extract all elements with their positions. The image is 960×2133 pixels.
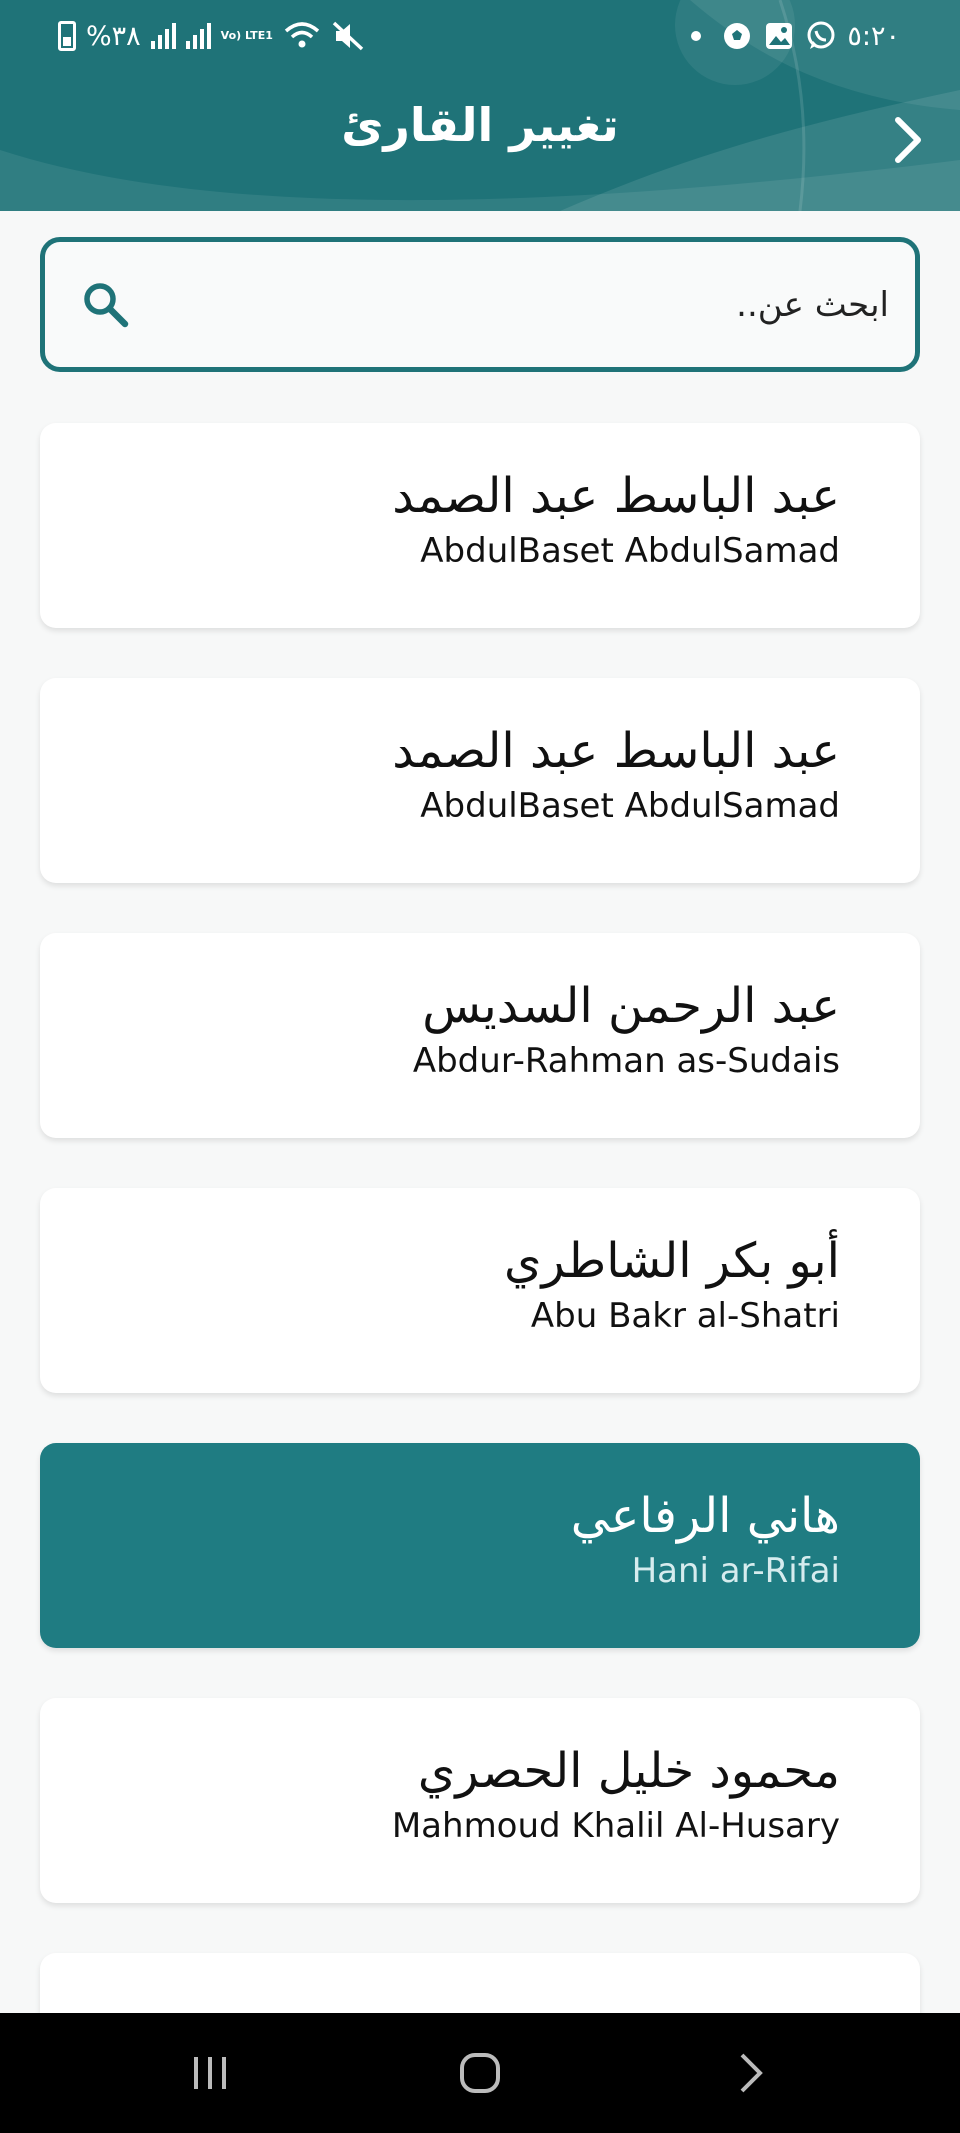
system-nav-bar (0, 2013, 960, 2133)
wifi-icon (284, 22, 320, 48)
reciter-name-arabic: عبد الرحمن السديس (422, 978, 840, 1034)
home-button[interactable] (450, 2043, 510, 2103)
lte-icon: Vo) LTE1 (220, 29, 273, 42)
recents-icon (194, 2057, 226, 2089)
home-icon (460, 2053, 500, 2093)
reciter-name-arabic: أبو بكر الشاطري (503, 1233, 840, 1289)
reciter-name-arabic: هاني الرفاعي (570, 1488, 840, 1544)
status-right: ٥:٢٠ (691, 16, 900, 56)
signal-icon (150, 23, 176, 49)
battery-icon (58, 21, 76, 51)
whatsapp-icon (805, 20, 837, 52)
back-button[interactable] (878, 110, 938, 170)
reciter-item-rifai-selected[interactable]: هاني الرفاعي Hani ar-Rifai (40, 1443, 920, 1648)
reciter-name-english: AbdulBaset AbdulSamad (420, 531, 840, 571)
recents-button[interactable] (180, 2043, 240, 2103)
signal-icon-2 (185, 23, 211, 49)
status-left: %٣٨ Vo) LTE1 (58, 16, 365, 56)
page-title: تغيير القارئ (341, 98, 619, 152)
search-icon[interactable] (81, 280, 131, 330)
football-icon (721, 20, 753, 52)
reciter-item-sudais[interactable]: عبد الرحمن السديس Abdur-Rahman as-Sudais (40, 933, 920, 1138)
reciter-name-arabic: عبد الباسط عبد الصمد (392, 723, 840, 779)
reciter-name-arabic: محمود خليل الحصري (417, 1743, 840, 1799)
battery-percent: %٣٨ (86, 20, 141, 52)
reciter-name-english: Mahmoud Khalil Al-Husary (391, 1806, 840, 1846)
search-input[interactable] (155, 262, 889, 347)
chevron-right-icon (895, 117, 921, 163)
reciter-name-english: AbdulBaset AbdulSamad (420, 786, 840, 826)
gallery-icon (763, 20, 795, 52)
status-bar: %٣٨ Vo) LTE1 ٥:٢٠ (0, 0, 960, 70)
reciter-item-abdulbaset[interactable]: عبد الباسط عبد الصمد AbdulBaset AbdulSam… (40, 423, 920, 628)
status-time: ٥:٢٠ (847, 20, 900, 52)
reciter-name-english: Abu Bakr al-Shatri (530, 1296, 840, 1336)
mute-icon (332, 21, 364, 51)
back-icon (740, 2053, 763, 2093)
reciter-item-husary[interactable]: محمود خليل الحصري Mahmoud Khalil Al-Husa… (40, 1698, 920, 1903)
reciter-name-english: Abdur-Rahman as-Sudais (412, 1041, 840, 1081)
reciter-name-english: Hani ar-Rifai (631, 1551, 840, 1591)
notification-dot-icon (691, 31, 702, 41)
search-box[interactable] (40, 237, 920, 372)
reciter-name-arabic: عبد الباسط عبد الصمد (392, 468, 840, 524)
reciter-item-shatri[interactable]: أبو بكر الشاطري Abu Bakr al-Shatri (40, 1188, 920, 1393)
app-header: %٣٨ Vo) LTE1 ٥:٢٠ تغيير القارئ (0, 0, 960, 211)
nav-back-button[interactable] (720, 2043, 780, 2103)
reciter-item-abdulbaset-2[interactable]: عبد الباسط عبد الصمد AbdulBaset AbdulSam… (40, 678, 920, 883)
